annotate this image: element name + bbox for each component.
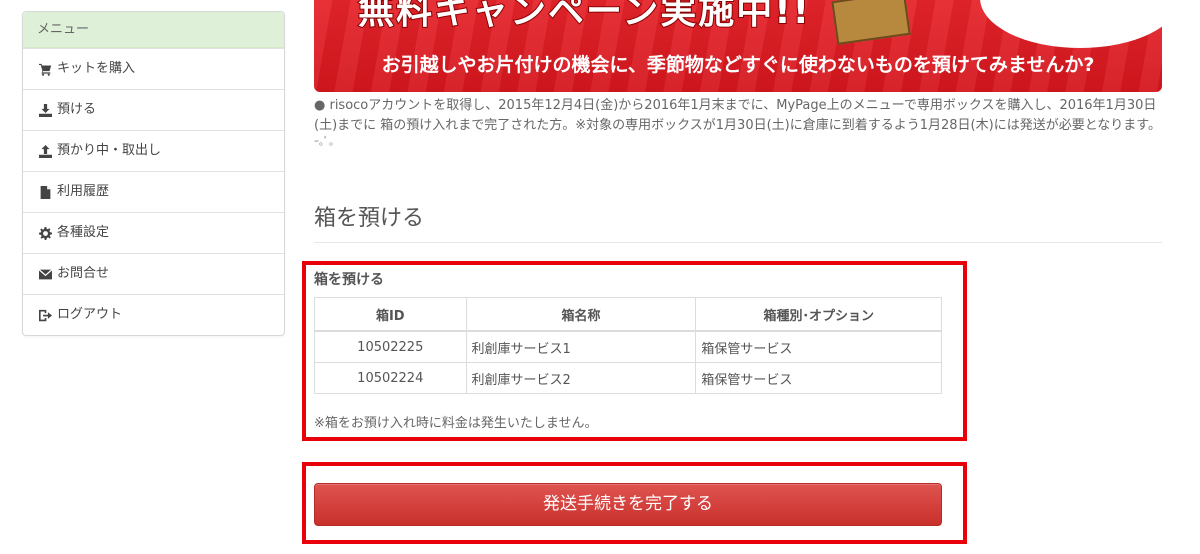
sidebar-item-history[interactable]: 利用履歴 <box>23 171 284 212</box>
fee-note: ※箱をお預け入れ時に料金は発生いたしません。 <box>314 416 598 431</box>
envelope-icon <box>37 266 53 282</box>
sidebar-item-stored-retrieve[interactable]: 預かり中・取出し <box>23 130 284 171</box>
sidebar-item-label: お問合せ <box>57 266 110 281</box>
sidebar-item-buy-kit[interactable]: キットを購入 <box>23 48 284 89</box>
sidebar-menu: メニュー キットを購入 預ける 預かり中・取出し 利用履歴 各種設定 お問合せ … <box>22 11 285 336</box>
cell-box-type: 箱保管サービス <box>695 362 942 394</box>
cell-box-type: 箱保管サービス <box>695 330 942 363</box>
column-header-box-id: 箱ID <box>314 297 467 332</box>
cart-icon <box>37 61 53 77</box>
sidebar-item-label: 各種設定 <box>57 225 110 240</box>
campaign-notice: ● risocoアカウントを取得し、2015年12月4日(金)から2016年1月… <box>314 96 1164 150</box>
sidebar-item-label: キットを購入 <box>57 61 136 76</box>
upload-icon <box>37 143 53 159</box>
sidebar-item-contact[interactable]: お問合せ <box>23 253 284 294</box>
banner-headline: 無料キャンペーン実施中!! <box>357 0 812 33</box>
campaign-notice-tail: ｰ｡ﾟ。 <box>314 137 339 148</box>
banner-subline: お引越しやお片付けの機会に、季節物などすぐに使わないものを預けてみませんか? <box>381 54 1095 76</box>
box-list-heading: 箱を預ける <box>314 272 384 288</box>
sidebar-item-label: 預かり中・取出し <box>57 143 162 158</box>
download-icon <box>37 102 53 118</box>
sidebar-heading: メニュー <box>23 12 284 48</box>
campaign-banner: 無料キャンペーン実施中!! お引越しやお片付けの機会に、季節物などすぐに使わない… <box>314 0 1162 92</box>
sidebar-item-label: 利用履歴 <box>57 184 110 199</box>
logout-icon <box>37 307 53 323</box>
campaign-notice-text: ● risocoアカウントを取得し、2015年12月4日(金)から2016年1月… <box>314 98 1162 133</box>
page-title: 箱を預ける <box>314 200 1162 243</box>
sidebar-item-settings[interactable]: 各種設定 <box>23 212 284 253</box>
cell-box-name: 利創庫サービス1 <box>465 330 697 363</box>
box-table: 箱ID 箱名称 箱種別･オプション 10502225 利創庫サービス1 箱保管サ… <box>314 297 942 394</box>
table-row: 10502225 利創庫サービス1 箱保管サービス <box>314 330 942 363</box>
cardboard-box-illustration <box>831 0 911 45</box>
file-icon <box>37 184 53 200</box>
banner-burst-graphic <box>980 0 1162 48</box>
complete-shipping-button[interactable]: 発送手続きを完了する <box>314 483 942 526</box>
gear-icon <box>37 225 53 241</box>
cell-box-id: 10502224 <box>314 362 467 394</box>
sidebar-item-label: ログアウト <box>57 307 123 322</box>
cell-box-id: 10502225 <box>314 330 467 363</box>
column-header-box-type: 箱種別･オプション <box>695 297 942 332</box>
table-row: 10502224 利創庫サービス2 箱保管サービス <box>314 362 942 394</box>
sidebar-item-deposit[interactable]: 預ける <box>23 89 284 130</box>
table-header-row: 箱ID 箱名称 箱種別･オプション <box>314 297 942 332</box>
cell-box-name: 利創庫サービス2 <box>465 362 697 394</box>
column-header-box-name: 箱名称 <box>465 297 697 332</box>
sidebar-item-label: 預ける <box>57 102 97 117</box>
sidebar-item-logout[interactable]: ログアウト <box>23 294 284 335</box>
